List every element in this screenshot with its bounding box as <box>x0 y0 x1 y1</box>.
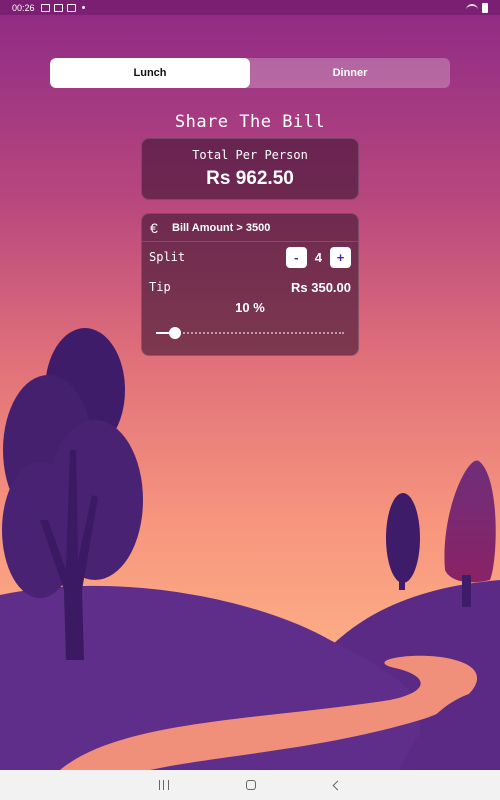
navigation-bar <box>0 770 500 800</box>
tab-lunch[interactable]: Lunch <box>50 58 250 88</box>
split-count: 4 <box>314 249 322 265</box>
home-icon[interactable] <box>246 780 257 790</box>
total-label: Total Per Person <box>192 148 308 162</box>
euro-icon: € <box>150 219 158 236</box>
tip-amount: Rs 350.00 <box>291 279 351 295</box>
tip-slider-thumb[interactable] <box>168 327 181 339</box>
bill-amount-header[interactable]: € Bill Amount > 3500 <box>142 214 358 242</box>
tab-dinner[interactable]: Dinner <box>250 58 450 88</box>
decrease-split-button[interactable]: - <box>285 246 307 268</box>
bill-details-card: € Bill Amount > 3500 Split - 4 + Tip Rs … <box>141 213 359 356</box>
increase-split-button[interactable]: + <box>330 246 351 268</box>
tip-percent: 10 % <box>235 300 265 315</box>
meal-tabs: Lunch Dinner <box>50 58 450 88</box>
tip-row: Tip Rs 350.00 <box>142 272 358 302</box>
back-icon[interactable] <box>332 780 343 790</box>
recent-apps-icon[interactable] <box>158 780 169 790</box>
tip-slider-track <box>156 332 344 334</box>
total-per-person-card: Total Per Person Rs 962.50 <box>141 138 359 200</box>
total-value: Rs 962.50 <box>206 168 294 189</box>
split-stepper: - 4 + <box>285 246 351 268</box>
page-title: Share The Bill <box>174 112 326 132</box>
split-label: Split <box>149 250 186 264</box>
tip-label: Tip <box>149 280 171 294</box>
split-row: Split - 4 + <box>142 242 358 272</box>
tip-slider[interactable] <box>156 327 344 339</box>
bill-amount-label: Bill Amount > 3500 <box>172 221 271 234</box>
